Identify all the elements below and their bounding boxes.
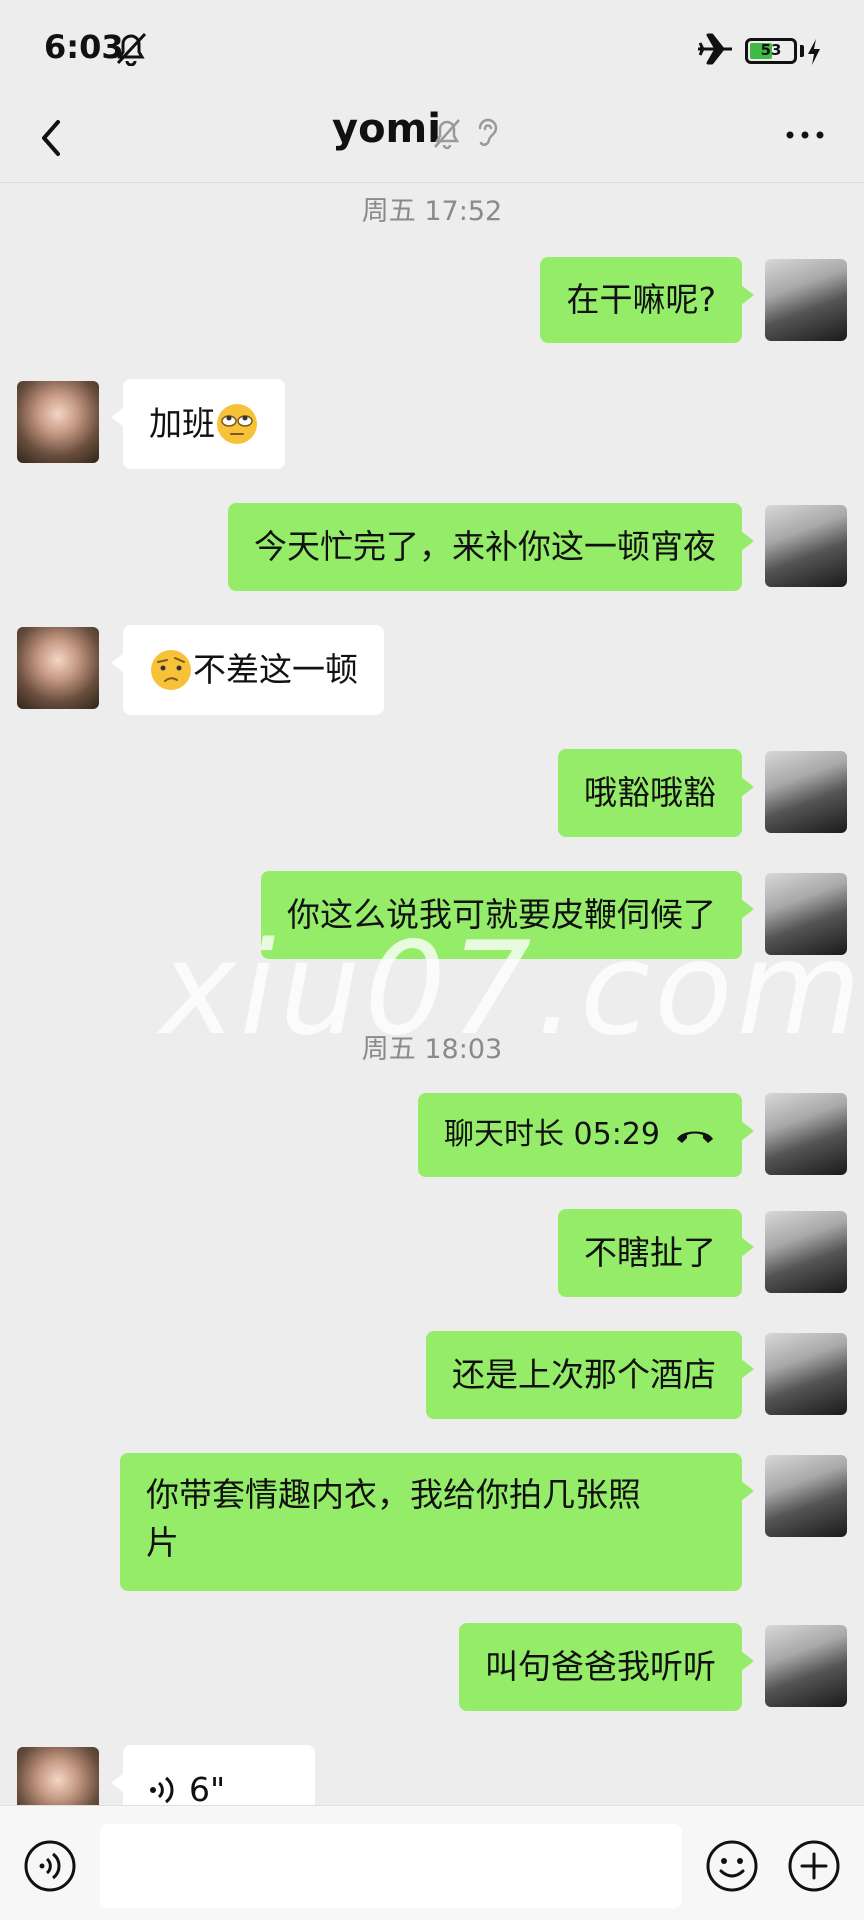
chat-header: yomi (0, 100, 864, 184)
voice-message-bubble[interactable]: 6" (111, 1745, 315, 1805)
my-message-bubble[interactable]: 还是上次那个酒店 (426, 1331, 754, 1419)
earpiece-mode-icon (478, 118, 498, 146)
call-record-bubble[interactable]: 聊天时长 05:29 (418, 1093, 754, 1177)
voice-duration: 6" (189, 1770, 226, 1805)
my-avatar[interactable] (765, 873, 847, 955)
contact-avatar[interactable] (17, 381, 99, 463)
charging-bolt-icon (808, 39, 820, 65)
their-message-bubble[interactable]: 加班 (111, 379, 285, 469)
my-avatar[interactable] (765, 1625, 847, 1707)
battery-icon: 53 (745, 38, 797, 64)
chat-title: yomi (332, 106, 441, 152)
message-text: 哦豁哦豁 (584, 773, 716, 812)
timestamp-separator: 周五 18:03 (361, 1034, 503, 1065)
my-avatar[interactable] (765, 1455, 847, 1537)
message-text: 不瞎扯了 (584, 1233, 716, 1272)
battery-percent: 53 (760, 41, 782, 59)
hang-up-phone-icon (677, 1131, 713, 1143)
message-text: 在干嘛呢? (566, 280, 716, 319)
their-message-bubble[interactable]: 不差这一顿 (111, 625, 384, 715)
status-time: 6:03 (44, 28, 124, 66)
back-arrow-icon[interactable] (28, 108, 88, 168)
my-message-bubble[interactable]: 你这么说我可就要皮鞭伺候了 (261, 871, 754, 959)
message-text: 不差这一顿 (193, 650, 358, 689)
my-message-bubble[interactable]: 在干嘛呢? (540, 257, 754, 343)
my-avatar[interactable] (765, 505, 847, 587)
call-duration-text: 聊天时长 05:29 (444, 1117, 660, 1152)
message-text: 还是上次那个酒店 (452, 1355, 716, 1394)
my-avatar[interactable] (765, 1211, 847, 1293)
thinking-emoji-icon (151, 650, 191, 690)
message-text: 你这么说我可就要皮鞭伺候了 (287, 895, 716, 934)
message-text: 加班 (149, 404, 215, 443)
contact-avatar[interactable] (17, 1747, 99, 1805)
voice-wave-icon (150, 1776, 174, 1804)
bell-off-icon (116, 32, 147, 66)
my-message-bubble[interactable]: 不瞎扯了 (558, 1209, 754, 1297)
airplane-icon (698, 33, 732, 65)
my-avatar[interactable] (765, 1093, 847, 1175)
my-message-bubble[interactable]: 今天忙完了，来补你这一顿宵夜 (228, 503, 754, 591)
message-input[interactable] (100, 1824, 682, 1908)
my-message-bubble[interactable]: 你带套情趣内衣，我给你拍几张照 片 (120, 1453, 754, 1591)
contact-avatar[interactable] (17, 627, 99, 709)
my-avatar[interactable] (765, 751, 847, 833)
more-options-icon[interactable] (780, 110, 830, 160)
eye-roll-emoji-icon (217, 404, 257, 444)
my-avatar[interactable] (765, 259, 847, 341)
message-text: 今天忙完了，来补你这一顿宵夜 (254, 527, 716, 566)
message-text: 你带套情趣内衣，我给你拍几张照 片 (146, 1475, 641, 1562)
mute-bell-icon (434, 119, 460, 150)
emoji-picker-icon[interactable] (704, 1838, 760, 1894)
chat-message-list[interactable]: 周五 17:52 在干嘛呢? 加班 今天忙完了，来补你这一顿宵夜 不差这一顿 哦… (0, 183, 864, 1805)
plus-icon[interactable] (786, 1838, 842, 1894)
voice-input-icon[interactable] (22, 1838, 78, 1894)
my-message-bubble[interactable]: 叫句爸爸我听听 (459, 1623, 754, 1711)
input-bar (0, 1805, 864, 1920)
timestamp-separator: 周五 17:52 (361, 196, 503, 227)
battery-tip (800, 45, 804, 57)
my-message-bubble[interactable]: 哦豁哦豁 (558, 749, 754, 837)
status-bar: 6:03 53 (0, 0, 864, 100)
my-avatar[interactable] (765, 1333, 847, 1415)
message-text: 叫句爸爸我听听 (485, 1647, 716, 1686)
